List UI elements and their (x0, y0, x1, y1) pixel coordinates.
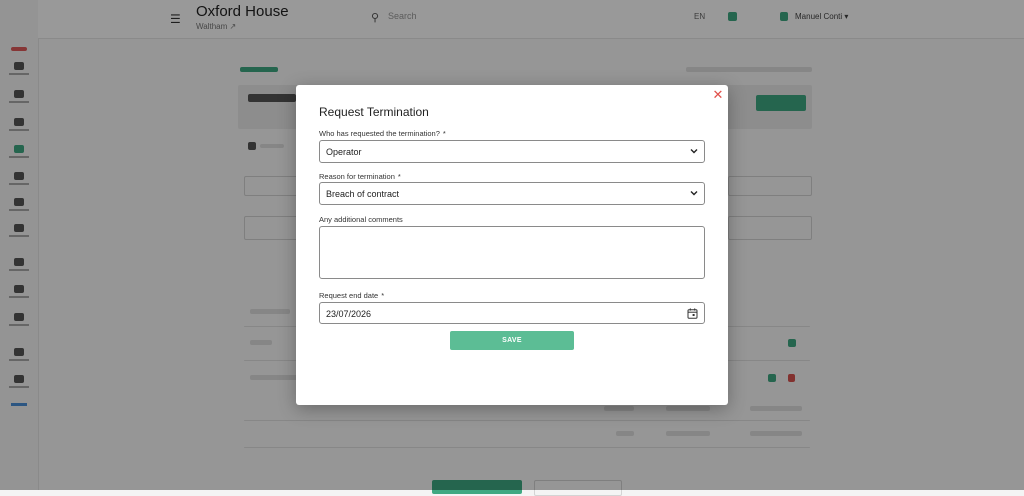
end-date-label: Request end date * (319, 291, 384, 300)
request-termination-modal: ✕ Request Termination Who has requested … (296, 85, 728, 405)
reason-value: Breach of contract (326, 189, 400, 199)
comments-label: Any additional comments (319, 215, 403, 224)
requester-label-text: Who has requested the termination? (319, 129, 440, 138)
comments-textarea[interactable] (319, 226, 705, 279)
reason-label-text: Reason for termination (319, 172, 395, 181)
end-date-value: 23/07/2026 (326, 309, 372, 319)
close-icon[interactable]: ✕ (712, 88, 724, 102)
reason-label: Reason for termination * (319, 172, 401, 181)
chevron-down-icon (690, 191, 698, 196)
end-date-label-text: Request end date (319, 291, 379, 300)
required-mark: * (397, 172, 401, 181)
requester-label: Who has requested the termination? * (319, 129, 446, 138)
modal-title: Request Termination (319, 105, 429, 119)
required-mark: * (381, 291, 385, 300)
end-date-input[interactable]: 23/07/2026 (319, 302, 705, 324)
save-button[interactable]: SAVE (450, 331, 574, 350)
chevron-down-icon (690, 149, 698, 154)
requester-select[interactable]: Operator (319, 140, 705, 163)
required-mark: * (442, 129, 446, 138)
requester-value: Operator (326, 147, 362, 157)
comments-label-text: Any additional comments (319, 215, 403, 224)
reason-select[interactable]: Breach of contract (319, 182, 705, 205)
calendar-icon[interactable] (687, 308, 698, 319)
